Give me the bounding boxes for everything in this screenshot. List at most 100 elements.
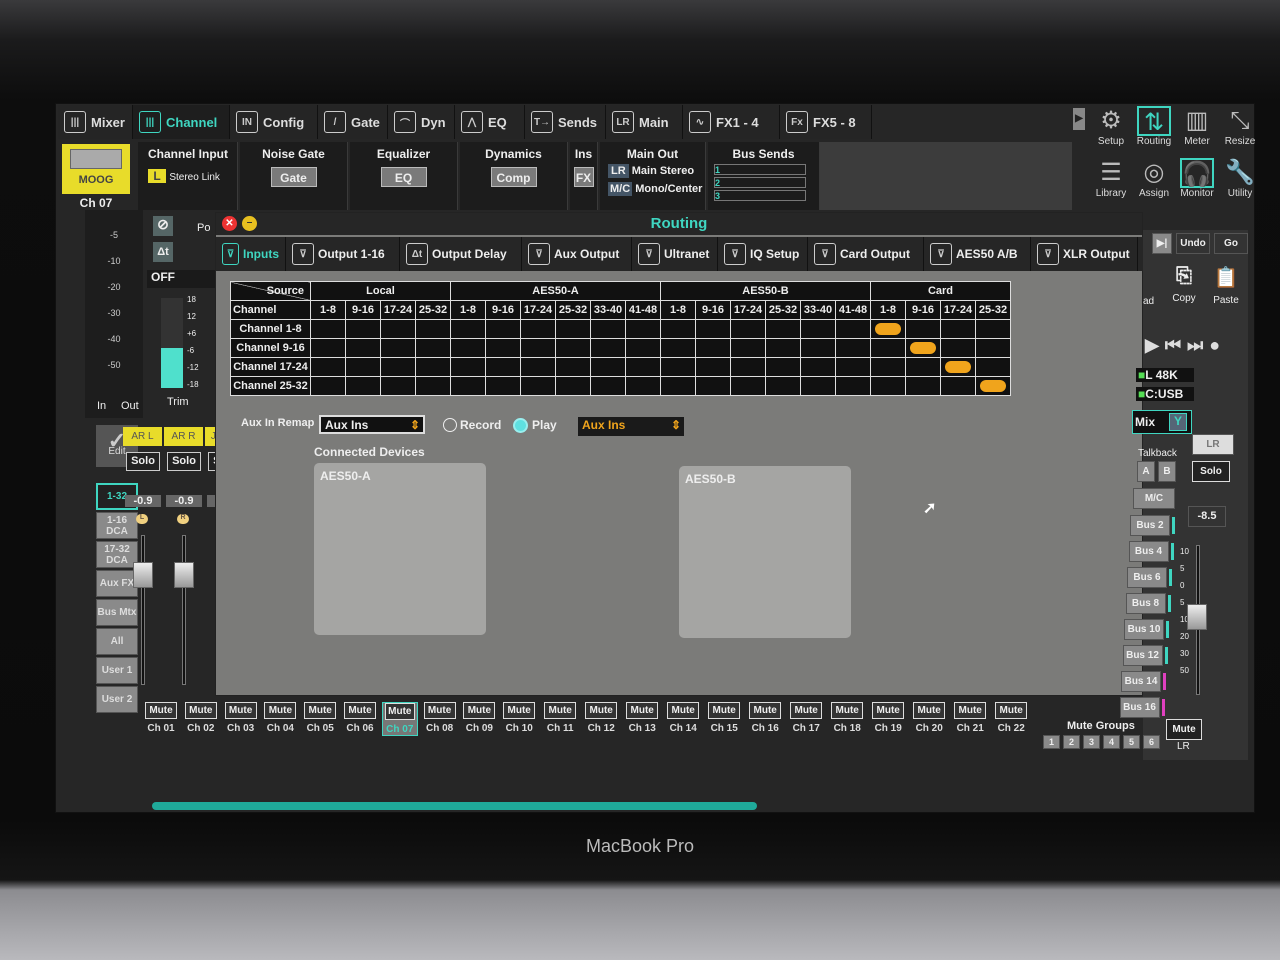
eq-button[interactable]: EQ [380, 167, 427, 187]
load-label[interactable]: ad [1143, 296, 1154, 307]
matrix-cell[interactable] [380, 376, 416, 396]
channel-strip-ch-12[interactable]: Mute Ch 12 [583, 702, 619, 734]
device-aes50-b[interactable]: AES50-B [679, 466, 851, 638]
matrix-cell[interactable] [310, 319, 346, 339]
phase-invert-button[interactable]: ⊘ [153, 216, 173, 236]
bus-button[interactable]: Bus 16 [1119, 697, 1160, 718]
matrix-cell[interactable] [450, 338, 486, 358]
bus-button[interactable]: Bus 10 [1124, 619, 1164, 640]
matrix-cell[interactable] [660, 376, 696, 396]
matrix-cell[interactable] [940, 338, 976, 358]
mute-button[interactable]: Mute [790, 702, 823, 719]
mute-button[interactable]: Mute [872, 702, 905, 719]
mute-button[interactable]: Mute [384, 703, 415, 720]
tool-resize[interactable]: ⤡ Resize [1219, 106, 1261, 147]
solo-button[interactable]: Solo [126, 452, 160, 471]
matrix-cell[interactable] [835, 357, 871, 377]
trim-meter[interactable] [161, 298, 183, 388]
channel-strip-ch-15[interactable]: Mute Ch 15 [706, 702, 742, 734]
tab-dyn[interactable]: ⌒ Dyn [388, 105, 455, 139]
channel-strip-ch-18[interactable]: Mute Ch 18 [829, 702, 865, 734]
routing-tab-output-1-16[interactable]: ⊽ Output 1-16 [286, 237, 400, 271]
channel-strip-ch-19[interactable]: Mute Ch 19 [870, 702, 906, 734]
routing-tab-xlr-output[interactable]: ⊽ XLR Output [1031, 237, 1138, 271]
matrix-cell[interactable] [730, 338, 766, 358]
matrix-cell[interactable] [310, 338, 346, 358]
matrix-cell[interactable] [800, 376, 836, 396]
nav-all[interactable]: All [96, 628, 138, 655]
mute-button[interactable]: Mute [344, 702, 376, 719]
routing-tab-aux-output[interactable]: ⊽ Aux Output [522, 237, 632, 271]
matrix-cell[interactable] [415, 357, 451, 377]
matrix-cell[interactable] [345, 357, 381, 377]
channel-strip-ch-06[interactable]: Mute Ch 06 [342, 702, 378, 734]
matrix-cell[interactable] [905, 338, 941, 358]
routing-tab-inputs[interactable]: ⊽ Inputs [216, 237, 286, 271]
mute-group-1[interactable]: 1 [1043, 735, 1060, 749]
matrix-cell[interactable] [975, 338, 1011, 358]
matrix-cell[interactable] [590, 338, 626, 358]
bus-button[interactable]: Bus 6 [1127, 567, 1167, 588]
matrix-cell[interactable] [870, 319, 906, 339]
mute-button[interactable]: Mute [145, 702, 177, 719]
matrix-cell[interactable] [345, 319, 381, 339]
matrix-cell[interactable] [555, 319, 591, 339]
tab-main[interactable]: LR Main [606, 105, 683, 139]
aux-in-remap-select[interactable]: Aux Ins ⇕ [319, 415, 425, 434]
matrix-cell[interactable] [485, 338, 521, 358]
channel-strip-ch-04[interactable]: Mute Ch 04 [262, 702, 298, 734]
fader-track[interactable] [141, 535, 145, 685]
matrix-cell[interactable] [730, 376, 766, 396]
lr-fader-cap[interactable] [1187, 604, 1207, 630]
matrix-cell[interactable] [695, 376, 731, 396]
nav-aux-fx[interactable]: Aux FX [96, 570, 138, 597]
bus-button[interactable]: Bus 2 [1130, 515, 1170, 536]
record-icon[interactable]: ● [1209, 335, 1226, 355]
matrix-cell[interactable] [765, 338, 801, 358]
matrix-cell[interactable] [345, 376, 381, 396]
mute-button[interactable]: Mute [304, 702, 337, 719]
mute-button[interactable]: Mute [626, 702, 659, 719]
next-button[interactable]: ▶| [1152, 233, 1172, 254]
channel-strip-ch-13[interactable]: Mute Ch 13 [624, 702, 660, 734]
matrix-cell[interactable] [765, 357, 801, 377]
matrix-cell[interactable] [870, 338, 906, 358]
matrix-cell[interactable] [625, 319, 661, 339]
talkback-a-button[interactable]: A [1137, 461, 1155, 482]
mute-group-5[interactable]: 5 [1123, 735, 1140, 749]
matrix-cell[interactable] [730, 357, 766, 377]
tool-library[interactable]: ☰ Library [1090, 158, 1132, 199]
undo-button[interactable]: Undo [1176, 233, 1210, 254]
matrix-cell[interactable] [415, 376, 451, 396]
matrix-cell[interactable] [975, 357, 1011, 377]
tab-fx1-4[interactable]: ∿ FX1 - 4 [683, 105, 780, 139]
bus-send-2[interactable]: 2 [714, 177, 806, 188]
mute-button[interactable]: Mute [463, 702, 496, 719]
mute-button[interactable]: Mute [831, 702, 864, 719]
matrix-cell[interactable] [450, 319, 486, 339]
matrix-cell[interactable] [940, 319, 976, 339]
matrix-cell[interactable] [520, 376, 556, 396]
matrix-cell[interactable] [555, 376, 591, 396]
go-button[interactable]: Go [1214, 233, 1248, 254]
mute-group-2[interactable]: 2 [1063, 735, 1080, 749]
matrix-cell[interactable] [485, 376, 521, 396]
mute-group-3[interactable]: 3 [1083, 735, 1100, 749]
bus-button[interactable]: Bus 14 [1121, 671, 1161, 692]
fader-cap[interactable] [174, 562, 194, 588]
paste-button[interactable]: 📋 Paste [1208, 265, 1244, 308]
tab-channel[interactable]: ||| Channel [133, 105, 230, 139]
tab-sends[interactable]: T→ Sends [525, 105, 606, 139]
matrix-cell[interactable] [695, 319, 731, 339]
nav-bus-mtx[interactable]: Bus Mtx [96, 599, 138, 626]
matrix-cell[interactable] [520, 338, 556, 358]
matrix-cell[interactable] [345, 338, 381, 358]
tool-monitor[interactable]: 🎧 Monitor [1176, 158, 1218, 199]
nav-1-16-dca[interactable]: 1-16 DCA [96, 512, 138, 539]
mute-button[interactable]: Mute [503, 702, 536, 719]
matrix-cell[interactable] [310, 376, 346, 396]
forward-icon[interactable]: ⏭ [1187, 335, 1209, 355]
matrix-cell[interactable] [905, 357, 941, 377]
nav-user-1[interactable]: User 1 [96, 657, 138, 684]
matrix-cell[interactable] [555, 357, 591, 377]
